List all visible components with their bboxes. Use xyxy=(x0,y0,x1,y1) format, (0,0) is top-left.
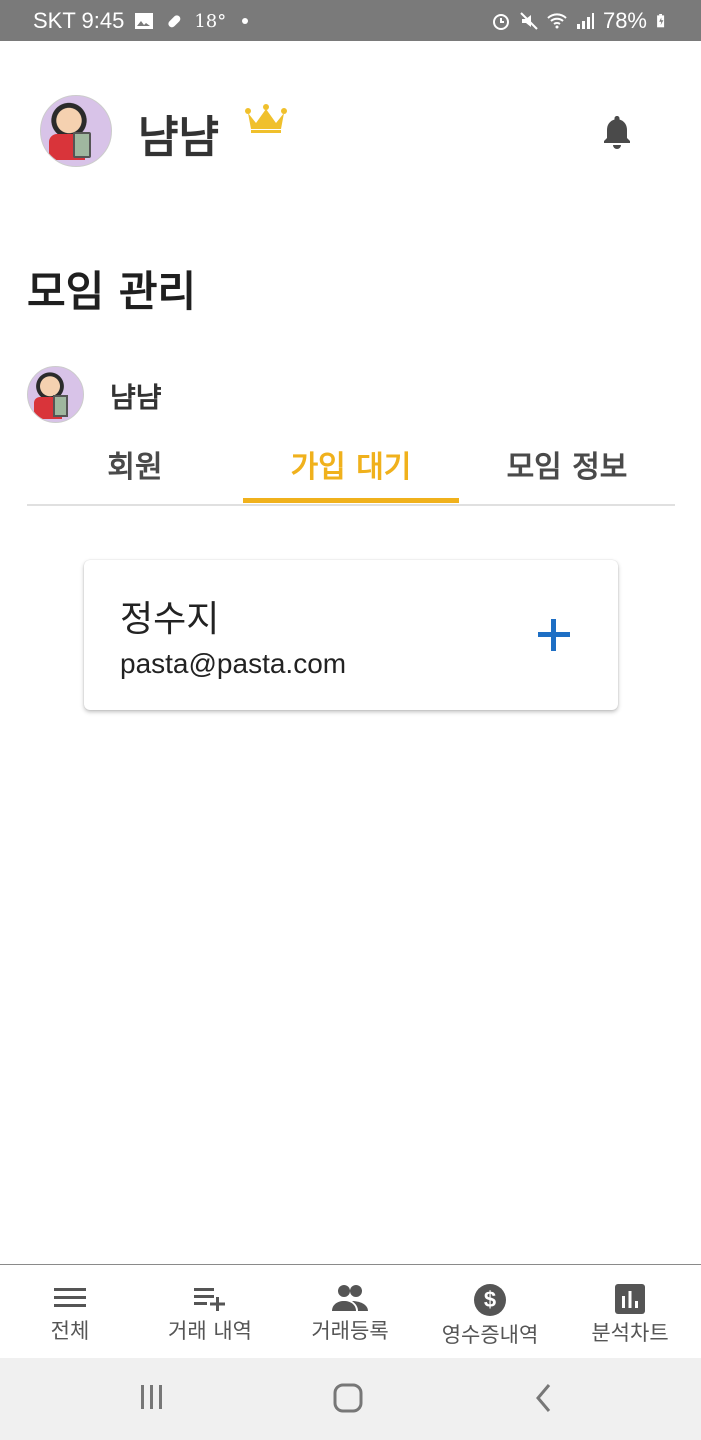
battery-percent: 78% xyxy=(602,8,647,33)
home-icon[interactable] xyxy=(332,1382,364,1414)
username: 냠냠 xyxy=(138,112,219,163)
battery-icon xyxy=(657,14,665,28)
bell-icon[interactable] xyxy=(600,113,634,151)
user-avatar[interactable] xyxy=(40,95,112,167)
image-icon xyxy=(135,13,154,29)
wifi-icon xyxy=(547,13,567,29)
crown-icon xyxy=(245,104,287,133)
nav-all[interactable]: 전체 xyxy=(0,1283,140,1345)
status-bar: SKT 9:45 18° 78% xyxy=(0,0,701,41)
app-header: 냠냠 xyxy=(0,41,701,221)
nav-transactions-label: 거래 내역 xyxy=(168,1319,252,1343)
dollar-circle-icon: $ xyxy=(474,1284,506,1316)
nav-analysis[interactable]: 분석차트 xyxy=(560,1283,700,1347)
recent-apps-icon[interactable] xyxy=(138,1382,166,1412)
nav-register-label: 거래등록 xyxy=(311,1319,389,1343)
pending-request-card: 정수지 pasta@pasta.com xyxy=(84,560,618,710)
nav-transactions[interactable]: 거래 내역 xyxy=(140,1283,280,1345)
carrier-time: SKT 9:45 xyxy=(33,8,125,33)
tab-bar: 회원 가입 대기 모임 정보 xyxy=(27,430,675,506)
tab-group-info[interactable]: 모임 정보 xyxy=(459,442,675,486)
back-icon[interactable] xyxy=(532,1382,556,1414)
system-nav-bar xyxy=(0,1358,701,1440)
notification-dot xyxy=(242,18,249,24)
menu-icon xyxy=(54,1288,86,1307)
tab-pending[interactable]: 가입 대기 xyxy=(243,442,459,486)
nav-receipts-label: 영수증내역 xyxy=(441,1323,539,1347)
pill-icon xyxy=(168,15,181,28)
alarm-icon xyxy=(492,14,509,30)
bottom-nav: 전체 거래 내역 거래등록 $ 영수증내역 분석차트 xyxy=(0,1264,701,1359)
nav-all-label: 전체 xyxy=(50,1319,90,1343)
applicant-email: pasta@pasta.com xyxy=(120,648,347,679)
bar-chart-icon xyxy=(615,1284,645,1314)
nav-register[interactable]: 거래등록 xyxy=(280,1283,420,1345)
playlist-add-icon xyxy=(194,1288,225,1311)
temperature: 18° xyxy=(194,10,227,32)
add-icon[interactable] xyxy=(534,615,574,655)
applicant-name: 정수지 xyxy=(120,599,220,640)
people-icon xyxy=(332,1285,368,1311)
group-avatar xyxy=(27,366,84,423)
group-name: 냠냠 xyxy=(110,381,162,414)
nav-receipts[interactable]: $ 영수증내역 xyxy=(420,1283,560,1349)
tab-active-indicator xyxy=(243,498,459,503)
tab-members[interactable]: 회원 xyxy=(27,442,243,486)
nav-analysis-label: 분석차트 xyxy=(591,1321,669,1345)
svg-text:$: $ xyxy=(484,1287,496,1312)
signal-icon xyxy=(576,13,594,29)
group-header: 냠냠 xyxy=(27,366,677,423)
page-title: 모임 관리 xyxy=(27,267,197,316)
mute-icon xyxy=(520,12,538,30)
